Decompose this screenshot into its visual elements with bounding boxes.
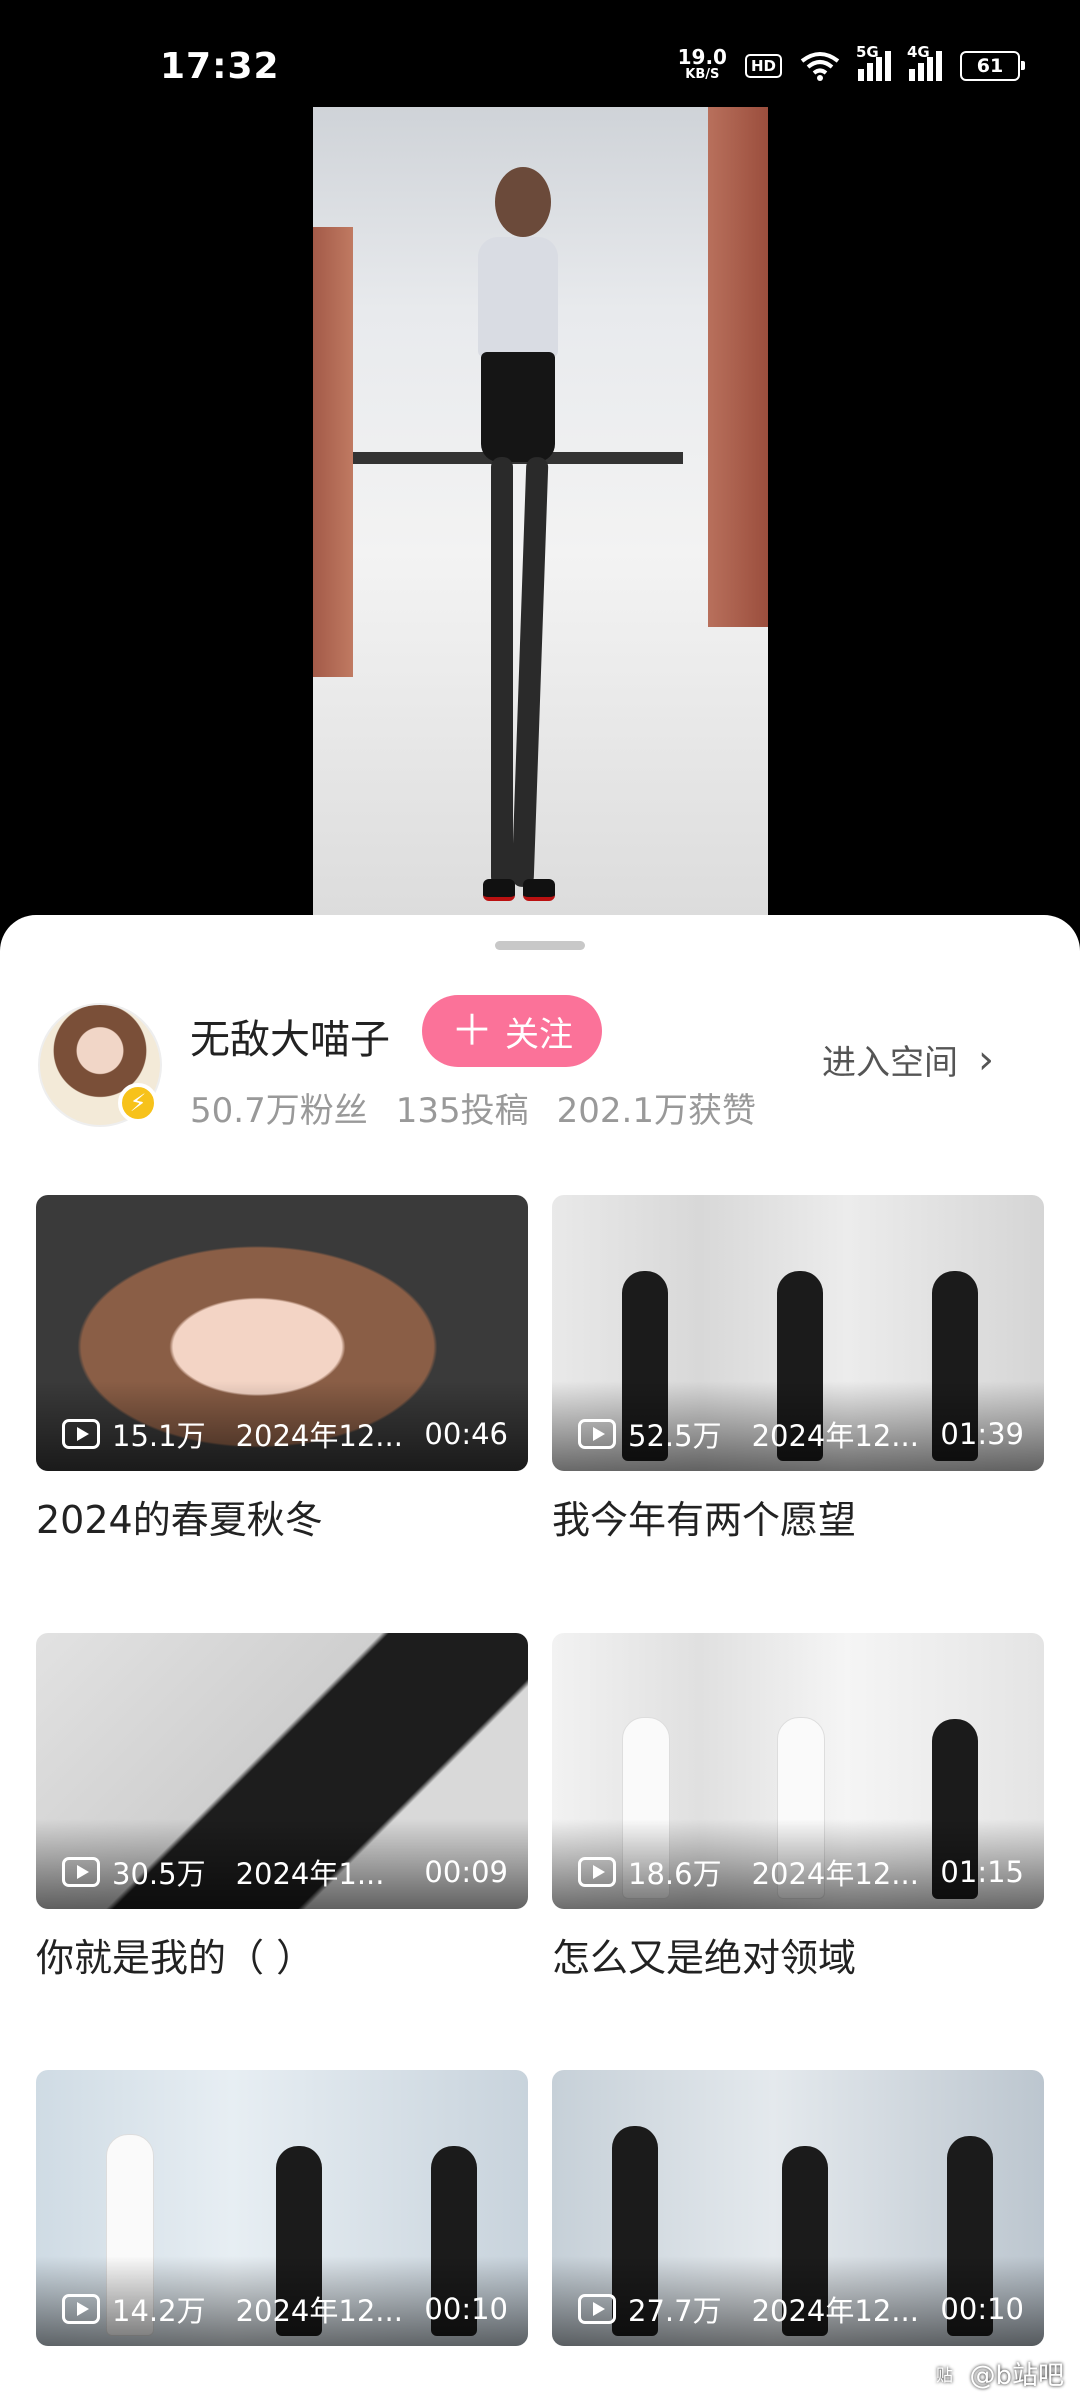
upload-date: 2024年1... [235,1857,385,1891]
video-duration: 01:15 [940,1855,1024,1889]
uploader-name[interactable]: 无敌大喵子 [190,1007,390,1065]
uploader-sheet: ⚡ 无敌大喵子 ＋ 关注 50.7万粉丝 135投稿 202.1万获赞 进入空间… [0,915,1080,2400]
posts-count: 135投稿 [395,1091,529,1131]
play-count-icon [578,1857,616,1887]
video-frame-image [453,167,583,919]
video-thumbnail[interactable]: 27.7万 2024年12... 00:10 [552,2070,1044,2346]
enter-space-link[interactable]: 进入空间 › [822,1035,994,1084]
battery-icon: 61 [960,51,1025,81]
sheet-drag-handle[interactable] [495,941,585,950]
signal-5g-icon: 5G [856,43,891,81]
plus-icon: ＋ [450,1006,493,1055]
video-duration: 00:09 [424,1855,508,1889]
upload-date: 2024年12... [751,1419,919,1453]
watermark: 贴 @b站吧 [927,2355,1064,2392]
fans-count: 50.7万粉丝 [190,1091,368,1131]
status-bar: 17:32 19.0 KB/S HD 5G 4G 61 [0,0,1080,100]
view-count: 27.7万 [628,2294,722,2328]
play-count-icon [578,1419,616,1449]
video-duration: 00:10 [424,2292,508,2326]
play-count-icon [578,2294,616,2324]
video-duration: 01:39 [940,1417,1024,1451]
upload-date: 2024年12... [751,2294,919,2328]
video-title[interactable]: 怎么又是绝对领域 [552,1927,1044,1982]
video-thumbnail[interactable]: 14.2万 2024年12... 00:10 [36,2070,528,2346]
lightning-badge-icon: ⚡ [118,1083,158,1123]
status-time: 17:32 [160,46,280,87]
view-count: 14.2万 [112,2294,206,2328]
tieba-icon: 贴 [927,2356,962,2391]
video-card[interactable]: 14.2万 2024年12... 00:10 [36,2070,528,2346]
status-icons: 19.0 KB/S HD 5G 4G 61 [677,43,1025,84]
wifi-icon [800,52,840,81]
video-player[interactable] [313,107,768,919]
upload-date: 2024年12... [235,2294,403,2328]
play-count-icon [62,1857,100,1887]
view-count: 52.5万 [628,1419,722,1453]
view-count: 15.1万 [112,1419,206,1453]
video-title[interactable]: 我今年有两个愿望 [552,1489,1044,1544]
video-card[interactable]: 18.6万 2024年12... 01:15 怎么又是绝对领域 [552,1633,1044,1982]
video-card[interactable]: 52.5万 2024年12... 01:39 我今年有两个愿望 [552,1195,1044,1544]
uploader-stats: 50.7万粉丝 135投稿 202.1万获赞 [190,1083,756,1132]
signal-4g-icon: 4G [907,43,942,81]
follow-button[interactable]: ＋ 关注 [422,995,602,1067]
video-title[interactable]: 2024的春夏秋冬 [36,1489,528,1544]
upload-date: 2024年12... [751,1857,919,1891]
play-count-icon [62,2294,100,2324]
likes-count: 202.1万获赞 [556,1091,756,1131]
video-card[interactable]: 15.1万 2024年12... 00:46 2024的春夏秋冬 [36,1195,528,1544]
video-duration: 00:46 [424,1417,508,1451]
video-card[interactable]: 27.7万 2024年12... 00:10 [552,2070,1044,2346]
view-count: 18.6万 [628,1857,722,1891]
network-speed: 19.0 KB/S [677,45,727,82]
play-count-icon [62,1419,100,1449]
video-thumbnail[interactable]: 15.1万 2024年12... 00:46 [36,1195,528,1471]
chevron-right-icon: › [978,1036,994,1083]
follow-label: 关注 [505,1014,573,1055]
video-thumbnail[interactable]: 18.6万 2024年12... 01:15 [552,1633,1044,1909]
hd-voice-icon: HD [744,54,782,78]
upload-date: 2024年12... [235,1419,403,1453]
view-count: 30.5万 [112,1857,206,1891]
video-thumbnail[interactable]: 52.5万 2024年12... 01:39 [552,1195,1044,1471]
video-title[interactable]: 你就是我的（ ） [36,1927,528,1982]
video-duration: 00:10 [940,2292,1024,2326]
video-card[interactable]: 30.5万 2024年1... 00:09 你就是我的（ ） [36,1633,528,1982]
video-thumbnail[interactable]: 30.5万 2024年1... 00:09 [36,1633,528,1909]
